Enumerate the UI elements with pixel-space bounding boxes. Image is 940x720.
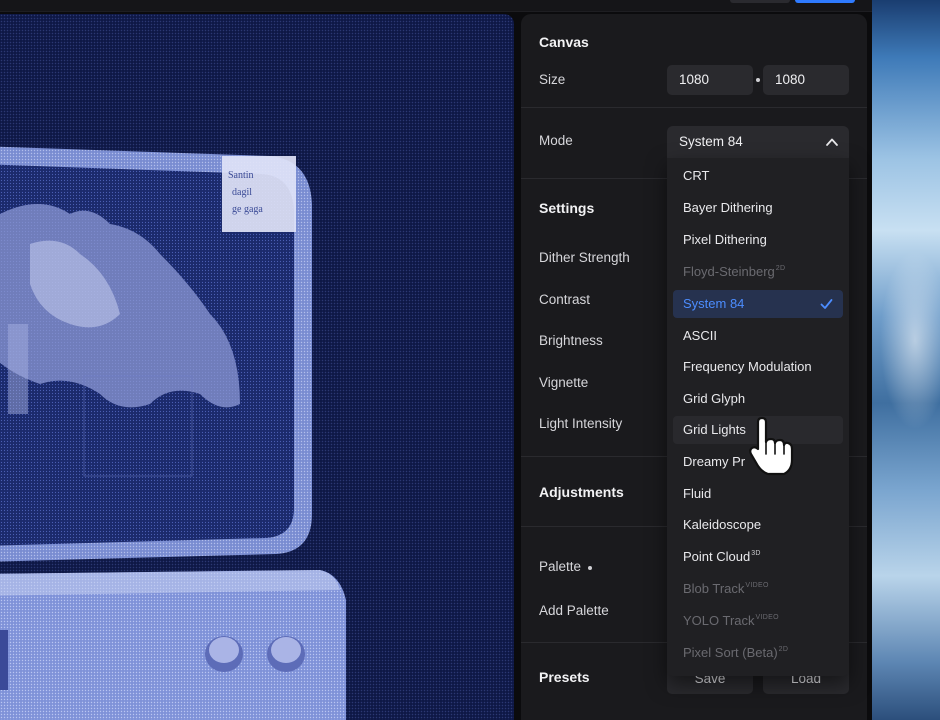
mode-option-yolo-track: YOLO TrackVIDEO bbox=[683, 613, 779, 628]
mode-option-fluid[interactable]: Fluid bbox=[673, 480, 843, 508]
mode-option-frequency-modulation[interactable]: Frequency Modulation bbox=[673, 353, 843, 381]
desktop-background bbox=[872, 0, 940, 720]
mode-option-blob-track: Blob TrackVIDEO bbox=[683, 581, 769, 596]
canvas-height-input[interactable]: 1080 bbox=[763, 65, 849, 95]
badge-2d: 2D bbox=[778, 646, 789, 653]
mode-option-system-84[interactable]: System 84 bbox=[673, 290, 843, 318]
contrast-label: Contrast bbox=[539, 292, 591, 307]
mode-option-kaleidoscope[interactable]: Kaleidoscope bbox=[673, 511, 843, 539]
mode-option-crt[interactable]: CRT bbox=[673, 162, 843, 190]
presets-section-title: Presets bbox=[539, 669, 590, 685]
chevron-up-icon[interactable] bbox=[825, 135, 839, 149]
brightness-label: Brightness bbox=[539, 333, 603, 348]
canvas-section-title: Canvas bbox=[539, 34, 589, 50]
divider bbox=[521, 107, 867, 108]
checkmark-icon bbox=[820, 299, 833, 309]
dithered-preview-image: Santin dagil ge gaga bbox=[0, 146, 346, 720]
palette-indicator-dot bbox=[588, 566, 592, 570]
badge-2d: 2D bbox=[775, 265, 786, 272]
mode-option-grid-glyph[interactable]: Grid Glyph bbox=[673, 385, 843, 413]
palette-label: Palette bbox=[539, 559, 582, 574]
badge-3d: 3D bbox=[751, 550, 761, 557]
mode-option-ascii[interactable]: ASCII bbox=[673, 322, 843, 350]
svg-text:dagil: dagil bbox=[232, 187, 252, 198]
preview-canvas[interactable]: Santin dagil ge gaga bbox=[0, 14, 514, 720]
toolbar-button-primary[interactable] bbox=[795, 0, 855, 3]
mode-option-point-cloud[interactable]: Point Cloud3D bbox=[673, 543, 843, 571]
settings-section-title: Settings bbox=[539, 200, 595, 216]
hand-pointer-cursor-icon bbox=[749, 416, 794, 476]
mode-option-pixel-sort-beta: Pixel Sort (Beta)2D bbox=[683, 645, 789, 660]
badge-video: VIDEO bbox=[745, 582, 769, 589]
dither-strength-label: Dither Strength bbox=[539, 250, 630, 265]
mode-option-pixel-dithering[interactable]: Pixel Dithering bbox=[673, 226, 843, 254]
sticky-note-text: Santin bbox=[228, 170, 254, 181]
mode-label: Mode bbox=[539, 133, 573, 148]
add-palette-label[interactable]: Add Palette bbox=[539, 603, 609, 618]
badge-video: VIDEO bbox=[755, 614, 779, 621]
toolbar-button-secondary[interactable] bbox=[730, 0, 790, 3]
light-intensity-label: Light Intensity bbox=[539, 416, 623, 431]
svg-text:ge gaga: ge gaga bbox=[232, 204, 263, 215]
top-toolbar bbox=[0, 0, 872, 12]
mode-option-floyd-steinberg: Floyd-Steinberg2D bbox=[683, 264, 786, 279]
size-separator bbox=[756, 78, 760, 82]
adjustments-section-title: Adjustments bbox=[539, 484, 624, 500]
mode-option-bayer-dithering[interactable]: Bayer Dithering bbox=[673, 194, 843, 222]
size-label: Size bbox=[539, 72, 566, 87]
canvas-width-input[interactable]: 1080 bbox=[667, 65, 753, 95]
mode-selected-value: System 84 bbox=[679, 134, 743, 149]
vignette-label: Vignette bbox=[539, 375, 589, 390]
mode-select[interactable]: System 84 bbox=[667, 126, 849, 158]
